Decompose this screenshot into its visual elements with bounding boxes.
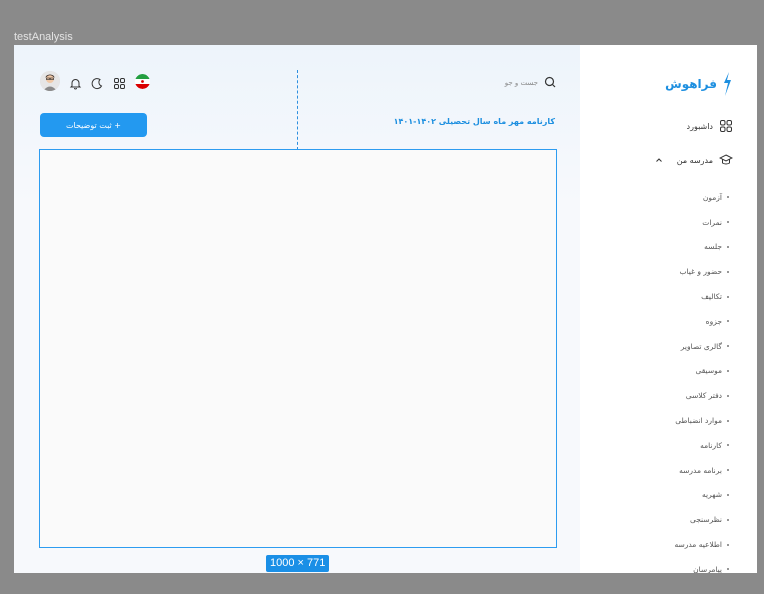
top-toolbar (40, 71, 150, 91)
chevron-up-icon[interactable] (655, 156, 663, 164)
sidebar: فراهوش داشبورد مدرسه من آزمون نمرات جلسه… (580, 45, 757, 573)
apps-icon[interactable] (113, 75, 126, 89)
search-icon[interactable] (544, 73, 556, 92)
sidebar-subitem-class-notebook[interactable]: دفتر کلاسی (674, 383, 729, 408)
bell-icon[interactable] (69, 75, 82, 89)
frame-label: testAnalysis (14, 31, 73, 43)
sidebar-subitem-assignments[interactable]: تکالیف (674, 284, 729, 309)
sidebar-item-label: داشبورد (686, 121, 713, 131)
logo-mark-icon (724, 72, 731, 96)
app-frame: کارنامه مهر ماه سال تحصیلی ۱۴۰۲-۱۴۰۱ + ث… (14, 45, 757, 573)
report-title: کارنامه مهر ماه سال تحصیلی ۱۴۰۲-۱۴۰۱ (393, 117, 555, 126)
sidebar-item-my-school[interactable]: مدرسه من (655, 153, 733, 167)
logo-text: فراهوش (665, 77, 717, 91)
sidebar-subitem-school-schedule[interactable]: برنامه مدرسه (674, 458, 729, 483)
my-school-submenu: آزمون نمرات جلسه حضور و غیاب تکالیف جزوه… (674, 185, 729, 573)
sidebar-subitem-report-card[interactable]: کارنامه (674, 433, 729, 458)
sidebar-subitem-session[interactable]: جلسه (674, 235, 729, 260)
search-input[interactable] (468, 78, 538, 87)
sidebar-subitem-booklet[interactable]: جزوه (674, 309, 729, 334)
sidebar-subitem-exam[interactable]: آزمون (674, 185, 729, 210)
sidebar-subitem-announcements[interactable]: اطلاعیه مدرسه (674, 532, 729, 557)
sidebar-subitem-messenger[interactable]: پیامرسان (674, 557, 729, 573)
report-canvas (39, 149, 557, 548)
sidebar-item-label: مدرسه من (676, 155, 713, 165)
sidebar-subitem-gallery[interactable]: گالری تصاویر (674, 334, 729, 359)
sidebar-subitem-survey[interactable]: نظرسنجی (674, 507, 729, 532)
header-divider (297, 70, 298, 150)
iran-flag-icon[interactable] (135, 73, 150, 89)
sidebar-item-dashboard[interactable]: داشبورد (687, 119, 733, 133)
avatar[interactable] (40, 71, 60, 91)
school-cap-icon (719, 154, 733, 165)
moon-icon[interactable] (91, 75, 104, 89)
sidebar-subitem-music[interactable]: موسیقی (674, 359, 729, 384)
sidebar-subitem-discipline[interactable]: موارد انضباطی (674, 408, 729, 433)
search-bar[interactable] (468, 73, 556, 92)
dashboard-grid-icon (720, 120, 732, 132)
size-badge: 1000 × 771 (266, 555, 330, 572)
sidebar-subitem-attendance[interactable]: حضور و غیاب (674, 259, 729, 284)
logo[interactable]: فراهوش (665, 71, 733, 97)
sidebar-subitem-tuition[interactable]: شهریه (674, 483, 729, 508)
sidebar-subitem-grades[interactable]: نمرات (674, 210, 729, 235)
main-content: کارنامه مهر ماه سال تحصیلی ۱۴۰۲-۱۴۰۱ + ث… (14, 45, 580, 573)
add-description-button[interactable]: + ثبت توضیحات (40, 113, 147, 137)
